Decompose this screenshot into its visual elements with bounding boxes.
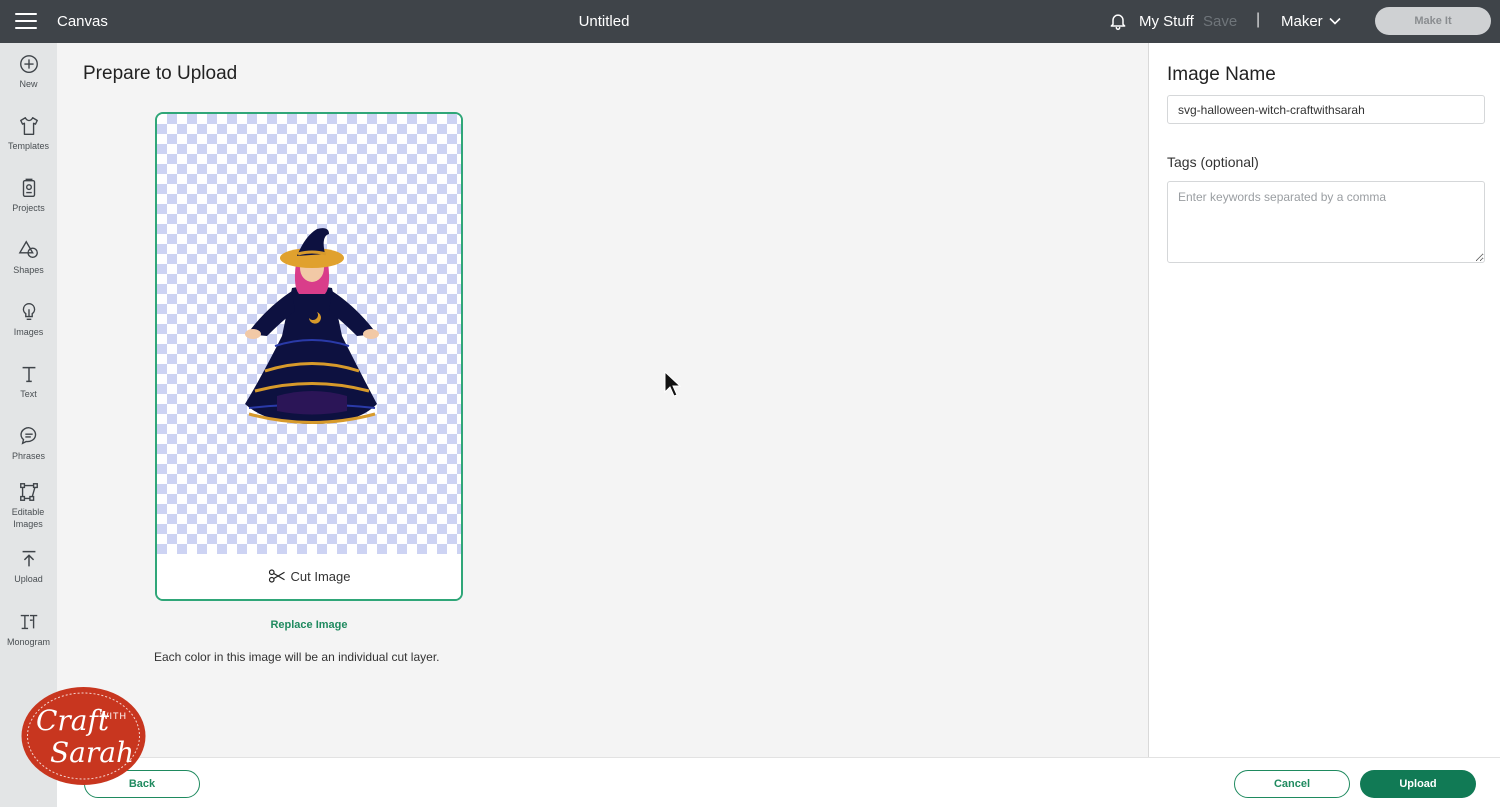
- sidebar-item-new[interactable]: New: [0, 53, 57, 90]
- cut-image-row: Cut Image: [157, 554, 461, 599]
- replace-image-link[interactable]: Replace Image: [155, 619, 463, 631]
- tags-input[interactable]: [1167, 181, 1485, 263]
- page-title: Prepare to Upload: [83, 63, 238, 84]
- craft-with-sarah-logo: Craft WITH Sarah: [21, 687, 146, 785]
- sidebar-item-templates[interactable]: Templates: [0, 115, 57, 152]
- image-name-title: Image Name: [1167, 64, 1276, 85]
- sidebar-item-phrases[interactable]: Phrases: [0, 425, 57, 462]
- witch-image: [245, 228, 379, 424]
- sidebar-item-upload[interactable]: Upload: [0, 548, 57, 585]
- save-button[interactable]: Save: [1203, 13, 1237, 30]
- image-name-input[interactable]: [1167, 95, 1485, 124]
- top-bar: Canvas Untitled My Stuff Save | Maker Ma…: [0, 0, 1500, 43]
- sidebar-item-text[interactable]: Text: [0, 363, 57, 400]
- monogram-icon: [20, 614, 37, 630]
- cut-image-label: Cut Image: [290, 569, 351, 584]
- editable-images-icon: [19, 483, 38, 501]
- sidebar-item-images[interactable]: Images: [0, 301, 57, 338]
- sidebar-item-label: Phrases: [11, 451, 46, 461]
- cut-layer-note: Each color in this image will be an indi…: [154, 650, 440, 664]
- sidebar-item-shapes[interactable]: Shapes: [0, 239, 57, 276]
- chevron-down-icon[interactable]: [1327, 13, 1343, 29]
- sidebar-item-label: Editable Images: [11, 507, 45, 529]
- projects-icon: [22, 178, 35, 197]
- sidebar-item-label: Shapes: [13, 265, 44, 275]
- text-icon: [22, 366, 35, 383]
- lightbulb-icon: [22, 303, 35, 321]
- sidebar-item-label: Text: [20, 389, 37, 399]
- my-stuff-link[interactable]: My Stuff: [1139, 13, 1194, 30]
- svg-text:WITH: WITH: [100, 711, 127, 721]
- machine-selector[interactable]: Maker: [1281, 13, 1323, 30]
- sidebar-item-label: Images: [13, 327, 44, 337]
- sidebar-item-editable-images[interactable]: Editable Images: [0, 481, 57, 530]
- tags-label: Tags (optional): [1167, 154, 1259, 170]
- upload-icon: [22, 550, 35, 567]
- sidebar-item-projects[interactable]: Projects: [0, 177, 57, 214]
- sidebar-item-label: Monogram: [6, 637, 51, 647]
- make-it-button[interactable]: Make It: [1375, 7, 1491, 35]
- sidebar-item-label: New: [19, 79, 38, 89]
- cancel-button[interactable]: Cancel: [1234, 770, 1350, 798]
- sidebar-item-label: Upload: [14, 574, 43, 584]
- bell-icon[interactable]: [1108, 11, 1128, 31]
- plus-circle-icon: [19, 55, 38, 73]
- svg-text:Craft: Craft: [36, 704, 110, 737]
- speech-bubble-icon: [19, 427, 36, 445]
- image-preview-card[interactable]: Cut Image: [155, 112, 463, 601]
- sidebar-item-label: Projects: [12, 203, 45, 213]
- topbar-separator: |: [1256, 11, 1261, 28]
- shapes-icon: [18, 240, 38, 259]
- scissors-icon: [268, 569, 285, 583]
- shirt-icon: [19, 117, 38, 135]
- footer-bar: Back Cancel Upload: [57, 757, 1500, 807]
- sidebar-item-label: Templates: [7, 141, 50, 151]
- sidebar-item-monogram[interactable]: Monogram: [0, 611, 57, 648]
- upload-button[interactable]: Upload: [1360, 770, 1476, 798]
- document-title[interactable]: Untitled: [0, 13, 1208, 30]
- svg-text:Sarah: Sarah: [50, 736, 134, 769]
- image-details-panel: Image Name Tags (optional): [1148, 43, 1500, 757]
- mouse-cursor-icon: [664, 371, 682, 397]
